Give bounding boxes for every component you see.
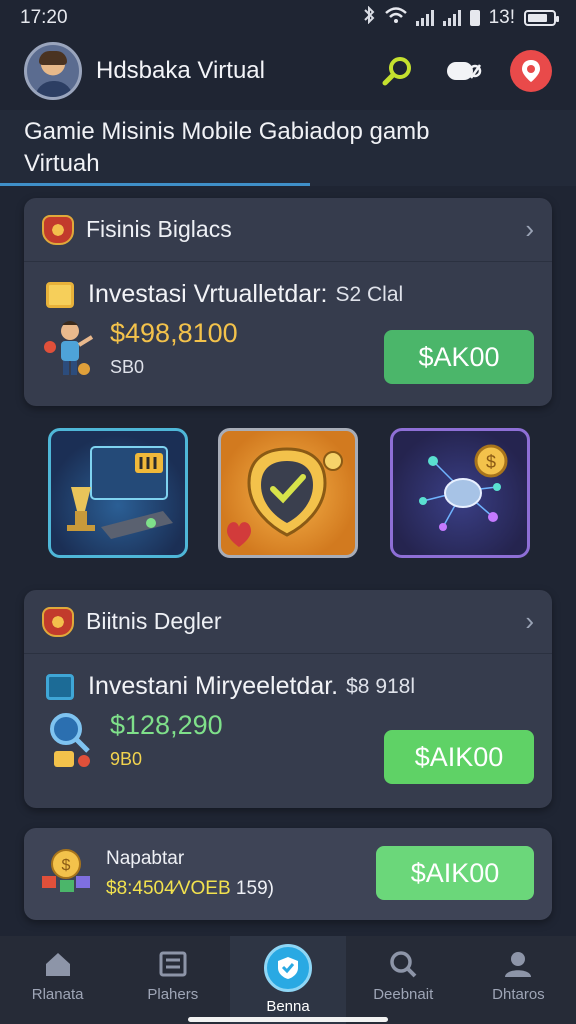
status-icons: 13! xyxy=(362,5,559,30)
summary-button[interactable]: $AIK00 xyxy=(376,846,534,900)
chevron-right-icon[interactable]: › xyxy=(525,606,534,637)
headline-line1: Gamie Misinis Mobile Gabiadop gamb xyxy=(24,118,430,145)
summary-title: Napabtar xyxy=(106,848,185,869)
summary-detail: $8:4504∕VOEB 159) xyxy=(106,878,274,900)
nav-item-search[interactable]: Deebnait xyxy=(346,936,461,1024)
investment-sub: $8 918l xyxy=(346,674,416,698)
card-header[interactable]: Fisinis Biglacs › xyxy=(24,198,552,262)
investment-row: Investasi Vrtualletdar: S2 Clal xyxy=(24,262,552,309)
search-icon[interactable] xyxy=(378,51,418,91)
nav-label: Deebnait xyxy=(373,986,434,1003)
amount-sub: 9B0 xyxy=(110,749,143,769)
status-bar: 17:20 13! xyxy=(0,0,576,36)
chevron-right-icon[interactable]: › xyxy=(525,214,534,245)
analytics-tile[interactable] xyxy=(48,428,188,558)
nav-label: Plahers xyxy=(147,986,199,1003)
battery-icon xyxy=(524,10,559,26)
search-icon xyxy=(390,951,417,978)
amount-value: $128,290 xyxy=(110,710,223,740)
investment-card-2: Biitnis Degler › Investani Miryeeletdar.… xyxy=(24,590,552,808)
analytics-tile-icon xyxy=(67,446,173,539)
toggle-icon[interactable] xyxy=(444,51,484,91)
chart-square-icon xyxy=(46,281,74,308)
amount-value: $498,8100 xyxy=(110,318,238,348)
wifi-icon xyxy=(384,7,407,29)
app-header: Hdsbaka Virtual xyxy=(0,38,576,104)
status-time: 17:20 xyxy=(20,7,68,28)
status-right-text: 13! xyxy=(488,7,515,28)
bottom-nav: Rlanata Plahers Benna Deebnait Dhtaros xyxy=(0,936,576,1024)
summary-detail-suffix: 159) xyxy=(230,878,274,899)
signal-icon-2 xyxy=(442,10,461,26)
shield-badge-icon xyxy=(42,606,74,637)
investment-card-1: Fisinis Biglacs › Investasi Vrtualletdar… xyxy=(24,198,552,406)
app-title: Hdsbaka Virtual xyxy=(96,57,265,84)
battery-small-icon xyxy=(469,10,480,26)
investor-figure-icon xyxy=(42,317,102,379)
shield-check-tile-icon xyxy=(227,447,343,547)
svg-text:$: $ xyxy=(486,452,496,472)
shield-nav-icon xyxy=(264,944,312,992)
magnifier-coins-icon xyxy=(42,709,102,771)
headline-banner: Gamie Misinis Mobile Gabiadop gamb Virtu… xyxy=(0,110,576,186)
avatar[interactable] xyxy=(24,42,82,100)
shield-badge-icon xyxy=(42,214,74,245)
investment-label: Investani Miryeeletdar. xyxy=(88,672,339,700)
bluetooth-icon xyxy=(362,5,376,30)
nav-item-profile[interactable]: Dhtaros xyxy=(461,936,576,1024)
investment-row: Investani Miryeeletdar. $8 918l xyxy=(24,654,552,701)
card-title: Biitnis Degler xyxy=(86,608,222,634)
summary-detail-value: $8:4504∕VOEB xyxy=(106,878,231,899)
nav-label: Rlanata xyxy=(31,986,84,1003)
amount-sub: SB0 xyxy=(110,357,145,377)
card-header[interactable]: Biitnis Degler › xyxy=(24,590,552,654)
home-icon xyxy=(45,953,70,976)
svg-text:$: $ xyxy=(62,857,71,874)
invest-button[interactable]: $AK00 xyxy=(384,330,534,384)
nav-item-home[interactable]: Rlanata xyxy=(0,936,115,1024)
coins-stack-icon: $ xyxy=(40,846,94,907)
card-title: Fisinis Biglacs xyxy=(86,216,232,242)
security-tile[interactable] xyxy=(218,428,358,558)
invest-button[interactable]: $AIK00 xyxy=(384,730,534,784)
summary-card: $ Napabtar $8:4504∕VOEB 159) $AIK00 xyxy=(24,828,552,920)
list-icon xyxy=(159,951,187,977)
network-coin-tile-icon: $ xyxy=(419,444,508,531)
investment-label: Investasi Vrtualletdar: xyxy=(88,280,328,308)
nav-label: Dhtaros xyxy=(492,986,545,1003)
home-indicator[interactable] xyxy=(188,1017,388,1022)
nav-item-list[interactable]: Plahers xyxy=(115,936,230,1024)
chart-square-icon xyxy=(46,673,74,700)
location-pin-icon[interactable] xyxy=(510,50,552,92)
signal-icon xyxy=(415,10,434,26)
nav-item-active[interactable]: Benna xyxy=(230,936,346,1024)
user-icon xyxy=(505,952,532,977)
investment-sub: S2 Clal xyxy=(335,282,404,306)
nav-label: Benna xyxy=(266,998,310,1015)
network-tile[interactable]: $ xyxy=(390,428,530,558)
headline-progress-bar xyxy=(0,183,310,186)
headline-line2: Virtuah xyxy=(24,150,100,177)
